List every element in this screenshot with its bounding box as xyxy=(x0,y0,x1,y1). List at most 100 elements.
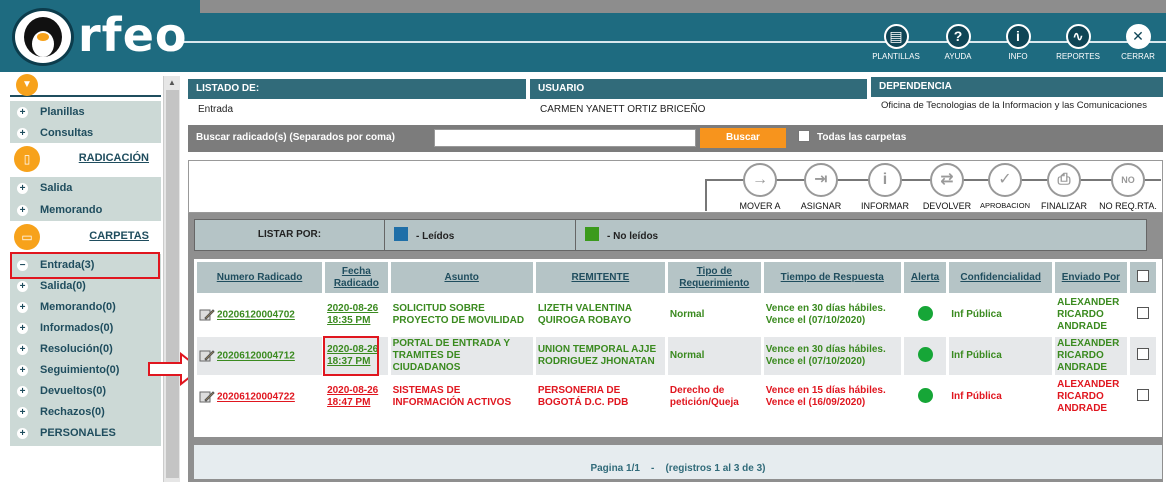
sidebar-scrollbar[interactable]: ▲ xyxy=(163,76,180,482)
asunto-cell: SOLICITUD SOBRE PROYECTO DE MOVILIDAD xyxy=(392,303,525,326)
edit-pencil-icon[interactable] xyxy=(199,308,215,322)
search-input[interactable] xyxy=(434,129,696,147)
header-alerta[interactable]: Alerta xyxy=(903,262,947,293)
search-bar: Buscar radicado(s) (Separados por coma) … xyxy=(188,125,1163,152)
radicados-table: Numero Radicado Fecha Radicado Asunto RE… xyxy=(194,259,1159,419)
search-button[interactable]: Buscar xyxy=(700,128,786,148)
remitente-cell: LIZETH VALENTINA QUIROGA ROBAYO xyxy=(537,303,632,326)
tipo-cell: Derecho de petición/Queja xyxy=(669,385,739,408)
sidebar: ▼ + Planillas + Consultas ▯ RADICACIÓN + Sa… xyxy=(0,72,182,482)
arrow-right-icon: → xyxy=(743,163,777,197)
close-icon: ✕ xyxy=(1125,24,1151,49)
plus-icon: + xyxy=(17,386,28,397)
scroll-up-icon[interactable]: ▲ xyxy=(168,78,176,87)
top-header: rfeo ▤ PLANTILLAS ? AYUDA i INFO ∿ REPORTES … xyxy=(0,0,1166,72)
sidebar-item-planillas[interactable]: + Planillas xyxy=(10,102,161,123)
read-swatch xyxy=(394,227,408,241)
fecha-link[interactable]: 2020-08-26 18:35 PM xyxy=(327,303,378,326)
header-select-all[interactable] xyxy=(1129,262,1156,293)
usuario-label: USUARIO xyxy=(530,79,867,99)
row-checkbox[interactable] xyxy=(1136,348,1149,360)
header-confidencialidad[interactable]: Confidencialidad xyxy=(949,262,1053,293)
help-icon: ? xyxy=(945,24,971,49)
unread-swatch xyxy=(585,227,599,241)
list-by-bar: LISTAR POR: - Leídos - No leídos xyxy=(194,219,1147,251)
highlight-box-fecha xyxy=(323,336,380,376)
row-checkbox[interactable] xyxy=(1136,389,1149,401)
action-informar[interactable]: i INFORMAR xyxy=(850,163,920,211)
highlight-box-entrada xyxy=(10,252,160,279)
nav-ayuda[interactable]: ? AYUDA xyxy=(928,24,988,61)
top-nav: ▤ PLANTILLAS ? AYUDA i INFO ∿ REPORTES ✕ CERR… xyxy=(866,24,1166,70)
action-asignar[interactable]: ⇥ ASIGNAR xyxy=(786,163,856,211)
sidebar-item-personales[interactable]: + PERSONALES xyxy=(10,423,161,444)
sidebar-item-memorando[interactable]: + Memorando xyxy=(10,200,161,221)
sidebar-item-seguimiento[interactable]: + Seguimiento(0) xyxy=(10,360,161,381)
sidebar-item-devueltos[interactable]: + Devueltos(0) xyxy=(10,381,161,402)
nav-info[interactable]: i INFO xyxy=(988,24,1048,61)
tiempo-cell: Vence en 30 días hábiles. Vence el (07/1… xyxy=(763,337,901,375)
sidebar-item-consultas[interactable]: + Consultas xyxy=(10,123,161,144)
header-remitente[interactable]: REMITENTE xyxy=(535,262,665,293)
info-icon: i xyxy=(868,163,902,197)
action-finalizar[interactable]: ⎙ FINALIZAR xyxy=(1029,163,1099,211)
fecha-link[interactable]: 2020-08-26 18:47 PM xyxy=(327,385,378,408)
enviado-cell: ALEXANDER RICARDO ANDRADE xyxy=(1055,337,1127,375)
row-checkbox[interactable] xyxy=(1136,307,1149,319)
tiempo-cell: Vence en 30 días hábiles. Vence el (07/1… xyxy=(765,303,886,326)
action-no-req-rta[interactable]: NO NO REQ.RTA. xyxy=(1093,163,1163,211)
radicado-link[interactable]: 20206120004722 xyxy=(217,392,295,403)
enviado-cell: ALEXANDER RICARDO ANDRADE xyxy=(1057,379,1120,414)
radicado-link[interactable]: 20206120004712 xyxy=(217,351,295,362)
header-numero[interactable]: Numero Radicado xyxy=(197,262,323,293)
toolbar-track-drop xyxy=(705,179,707,211)
header-enviado[interactable]: Enviado Por xyxy=(1055,262,1127,293)
action-mover-a[interactable]: → MOVER A xyxy=(725,163,795,211)
nav-plantillas[interactable]: ▤ PLANTILLAS xyxy=(866,24,926,61)
sidebar-item-salida-folder[interactable]: + Salida(0) xyxy=(10,276,161,297)
remitente-cell: PERSONERIA DE BOGOTÁ D.C. PDB xyxy=(537,385,629,408)
plus-icon: + xyxy=(17,323,28,334)
sidebar-item-rechazos[interactable]: + Rechazos(0) xyxy=(10,402,161,423)
radicado-link[interactable]: 20206120004702 xyxy=(217,310,295,321)
header-tipo[interactable]: Tipo de Requerimiento xyxy=(667,262,761,293)
approve-icon: ✓ xyxy=(988,163,1022,197)
all-folders-checkbox[interactable] xyxy=(798,130,810,142)
edit-pencil-icon[interactable] xyxy=(199,390,215,404)
tiempo-cell: Vence en 15 días hábiles. Vence el (16/0… xyxy=(765,385,886,408)
header-tiempo[interactable]: Tiempo de Respuesta xyxy=(763,262,901,293)
all-folders-label: Todas las carpetas xyxy=(817,132,907,143)
alert-status-icon xyxy=(917,387,933,403)
penguin-logo-icon xyxy=(12,8,74,66)
select-all-checkbox[interactable] xyxy=(1136,269,1149,282)
plus-icon: + xyxy=(17,281,28,292)
pagination: Pagina 1/1 - (registros 1 al 3 de 3) xyxy=(194,445,1162,479)
scroll-thumb[interactable] xyxy=(166,90,179,478)
plus-icon: + xyxy=(17,407,28,418)
plus-icon: + xyxy=(17,183,28,194)
sidebar-top-header: ▼ xyxy=(10,74,161,97)
asunto-cell: PORTAL DE ENTRADA Y TRAMITES DE CIUDADAN… xyxy=(390,337,533,375)
sidebar-item-salida[interactable]: + Salida xyxy=(10,178,161,199)
collapse-icon[interactable]: ▼ xyxy=(16,74,38,96)
table-row: 20206120004722 2020-08-26 18:47 PM SISTE… xyxy=(197,378,1156,416)
radicacion-title[interactable]: RADICACIÓN xyxy=(79,152,149,164)
listado-label: LISTADO DE: xyxy=(188,79,526,99)
sidebar-item-informados[interactable]: + Informados(0) xyxy=(10,318,161,339)
plus-icon: + xyxy=(17,428,28,439)
plus-icon: + xyxy=(17,107,28,118)
list-panel: LISTAR POR: - Leídos - No leídos Numero … xyxy=(188,213,1163,482)
conf-cell: Inf Pública xyxy=(951,391,1002,402)
carpetas-title[interactable]: CARPETAS xyxy=(89,230,149,242)
sidebar-item-resolucion[interactable]: + Resolución(0) xyxy=(10,339,161,360)
header-asunto[interactable]: Asunto xyxy=(390,262,533,293)
nav-cerrar[interactable]: ✕ CERRAR xyxy=(1108,24,1166,61)
remitente-cell: UNION TEMPORAL AJJE RODRIGUEZ JHONATAN xyxy=(535,337,665,375)
sidebar-item-memorando-folder[interactable]: + Memorando(0) xyxy=(10,297,161,318)
dependencia-label: DEPENDENCIA xyxy=(871,77,1163,97)
header-fecha[interactable]: Fecha Radicado xyxy=(325,262,388,293)
header-strip xyxy=(200,0,1166,13)
nav-reportes[interactable]: ∿ REPORTES xyxy=(1048,24,1108,61)
plus-icon: + xyxy=(17,205,28,216)
edit-pencil-icon[interactable] xyxy=(199,349,215,363)
